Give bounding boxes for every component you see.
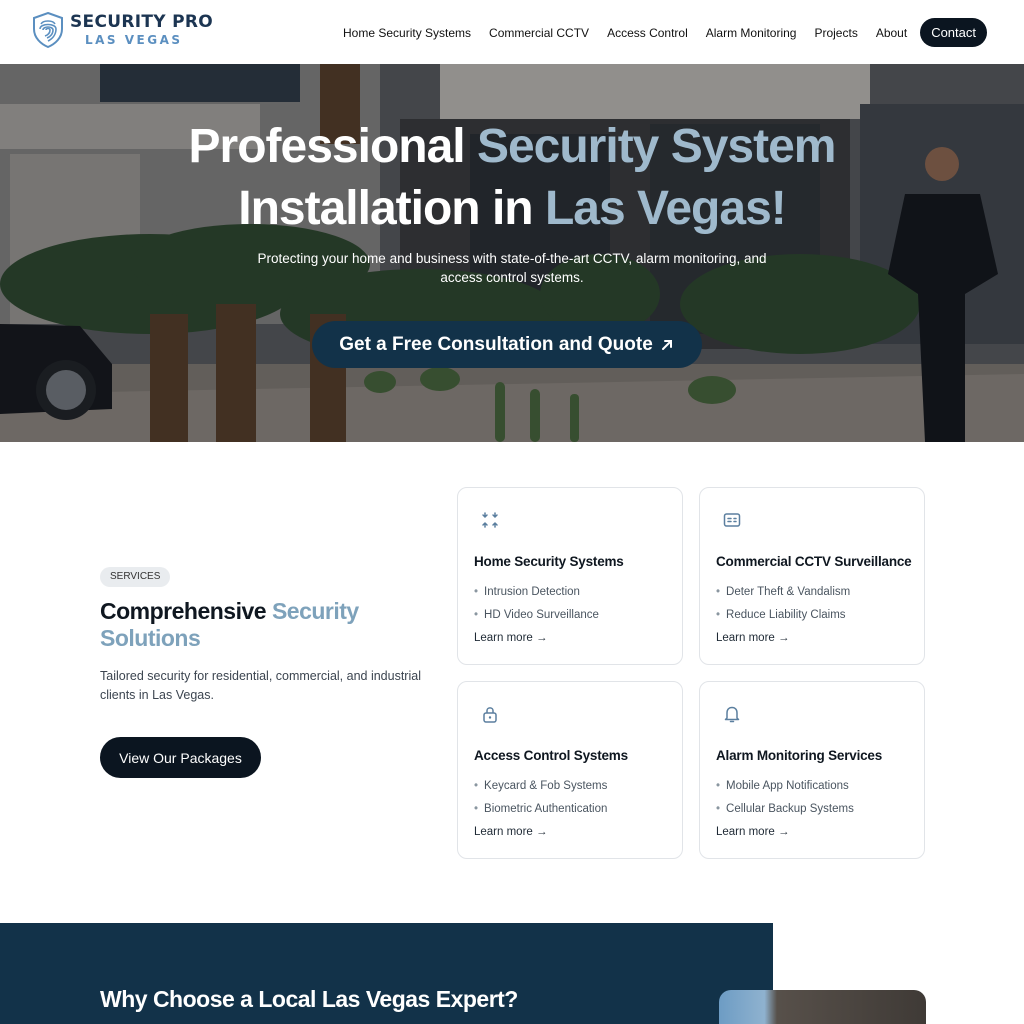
dvr-box-icon	[723, 513, 741, 527]
nav-home-security[interactable]: Home Security Systems	[343, 19, 471, 47]
why-section-image	[719, 990, 926, 1024]
card-feature: • Mobile App Notifications	[716, 780, 849, 792]
card-title: Access Control Systems	[474, 748, 628, 763]
learn-more-link[interactable]: Learn more →	[716, 632, 790, 644]
nav-alarm-monitoring[interactable]: Alarm Monitoring	[706, 19, 797, 47]
learn-more-link[interactable]: Learn more →	[474, 826, 548, 838]
service-card-commercial-cctv[interactable]: Commercial CCTV Surveillance • Deter Thef…	[699, 487, 925, 665]
nav-projects[interactable]: Projects	[814, 19, 857, 47]
logo-subtitle: LAS VEGAS	[85, 33, 183, 47]
hero-title: Professional Security System Installatio…	[0, 116, 1024, 240]
cta-label: Get a Free Consultation and Quote	[339, 333, 653, 355]
why-title: Why Choose a Local Las Vegas Expert?	[100, 986, 518, 1012]
card-title: Commercial CCTV Surveillance	[716, 554, 912, 569]
service-card-alarm-monitoring[interactable]: Alarm Monitoring Services • Mobile App No…	[699, 681, 925, 859]
card-feature: • Cellular Backup Systems	[716, 803, 854, 815]
view-packages-button[interactable]: View Our Packages	[100, 737, 261, 778]
contact-button[interactable]: Contact	[920, 18, 987, 47]
nav-commercial-cctv[interactable]: Commercial CCTV	[489, 19, 589, 47]
compress-arrows-icon	[482, 512, 498, 528]
card-feature: • HD Video Surveillance	[474, 609, 599, 621]
hero-title-accent1: Security System	[476, 120, 837, 173]
card-title: Home Security Systems	[474, 554, 624, 569]
services-badge: SERVICES	[100, 567, 171, 587]
card-feature: • Intrusion Detection	[474, 586, 580, 598]
logo-title: SECURITY PRO	[70, 12, 213, 32]
nav-access-control[interactable]: Access Control	[607, 19, 688, 47]
card-feature: • Keycard & Fob Systems	[474, 780, 608, 792]
hero-title-part2: Installation in	[238, 182, 545, 235]
learn-more-link[interactable]: Learn more →	[474, 632, 548, 644]
learn-more-link[interactable]: Learn more →	[716, 826, 790, 838]
card-feature: • Reduce Liability Claims	[716, 609, 846, 621]
hero-title-part1: Professional	[188, 120, 477, 173]
services-heading: Comprehensive Security Solutions	[100, 598, 420, 652]
shield-fingerprint-icon	[33, 12, 63, 48]
hero-title-accent2: Las Vegas!	[544, 182, 787, 235]
lock-icon	[483, 707, 497, 723]
hero-subtitle: Protecting your home and business with s…	[257, 251, 767, 285]
card-feature: • Deter Theft & Vandalism	[716, 586, 851, 598]
services-heading-part1: Comprehensive	[100, 598, 272, 624]
card-features: • Keycard & Fob Systems • Biometric Authen…	[474, 775, 607, 821]
services-description: Tailored security for residential, comme…	[100, 669, 421, 702]
card-features: • Intrusion Detection • HD Video Surveilla…	[474, 581, 599, 627]
site-logo[interactable]: SECURITY PRO LAS VEGAS	[32, 12, 213, 48]
card-title: Alarm Monitoring Services	[716, 748, 883, 763]
arrow-up-right-icon	[661, 339, 672, 350]
bell-icon	[724, 706, 740, 723]
site-header: SECURITY PRO LAS VEGAS Home Security Sys…	[0, 0, 1024, 64]
hero-section: Professional Security System Installatio…	[0, 64, 1024, 442]
service-card-access-control[interactable]: Access Control Systems • Keycard & Fob Sy…	[457, 681, 683, 859]
free-consultation-button[interactable]: Get a Free Consultation and Quote	[312, 321, 702, 368]
card-features: • Deter Theft & Vandalism • Reduce Liabili…	[716, 581, 850, 627]
nav-about[interactable]: About	[876, 19, 907, 47]
service-card-home-security[interactable]: Home Security Systems • Intrusion Detecti…	[457, 487, 683, 665]
main-nav: Home Security Systems Commercial CCTV Ac…	[343, 18, 987, 47]
card-features: • Mobile App Notifications • Cellular Back…	[716, 775, 854, 821]
card-feature: • Biometric Authentication	[474, 803, 608, 815]
logo-text: SECURITY PRO LAS VEGAS	[70, 12, 213, 47]
